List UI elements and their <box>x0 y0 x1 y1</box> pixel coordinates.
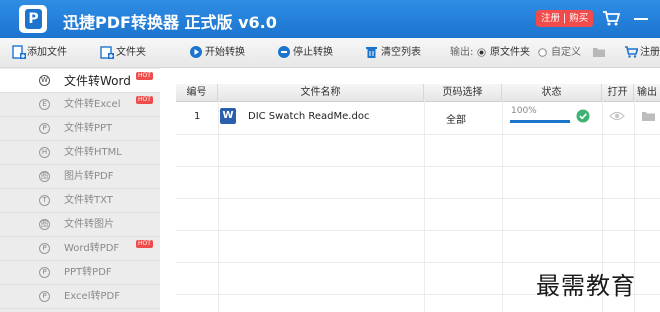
column-divider <box>502 101 503 312</box>
sidebar-item[interactable]: E 文件转Excel HOT <box>0 93 160 117</box>
sidebar-item[interactable]: P 文件转PPT <box>0 117 160 141</box>
col-open-header: 打开 <box>602 84 634 101</box>
toolbar: 添加文件 文件夹 开始转换 停止转换 清空列表 输出: 原文件夹 自定义 注册 <box>0 38 660 68</box>
sidebar-item[interactable]: P Excel转PDF <box>0 285 160 309</box>
toolbar-register-button[interactable]: 注册 <box>624 38 660 67</box>
row-number: 1 <box>194 111 201 122</box>
output-folder-icon[interactable] <box>641 110 656 122</box>
table-header: 编号 文件名称 页码选择 状态 打开 输出 <box>176 84 660 102</box>
toolbar-cart-icon <box>625 46 638 58</box>
sidebar-item[interactable]: P Word转PDF HOT <box>0 237 160 261</box>
add-folder-button[interactable]: 文件夹 <box>100 38 150 67</box>
format-icon: 图 <box>39 219 50 230</box>
register-buy-button[interactable]: 注册 | 购买 <box>536 10 594 27</box>
add-folder-label: 文件夹 <box>116 47 146 58</box>
format-icon: P <box>39 267 50 278</box>
logo-letter: P <box>25 9 42 29</box>
hot-badge: HOT <box>136 96 153 104</box>
title-bar: P 迅捷PDF转换器 正式版 v6.0 注册 | 购买 <box>0 0 660 38</box>
progress-text: 100% <box>511 106 537 116</box>
word-file-icon: W <box>220 108 236 124</box>
stop-icon <box>278 46 290 58</box>
sidebar-item-label: 文件转Excel <box>64 99 121 110</box>
sidebar-item[interactable]: T 文件转TXT <box>0 189 160 213</box>
col-pages-header: 页码选择 <box>424 84 502 101</box>
col-number-header: 编号 <box>176 84 218 101</box>
progress-bar <box>510 120 570 123</box>
format-icon: P <box>39 291 50 302</box>
sidebar-item[interactable]: H 文件转HTML <box>0 141 160 165</box>
sidebar-item-label: 文件转图片 <box>64 219 114 230</box>
add-folder-icon <box>100 46 114 59</box>
sidebar-item-label: 图片转PDF <box>64 171 114 182</box>
format-icon: P <box>39 123 50 134</box>
row-divider <box>176 198 660 199</box>
add-file-label: 添加文件 <box>27 47 67 58</box>
radio-custom[interactable] <box>538 48 547 57</box>
minimize-button[interactable] <box>634 18 648 20</box>
format-icon: T <box>39 195 50 206</box>
radio-original-folder[interactable] <box>477 48 486 57</box>
custom-label: 自定义 <box>551 47 581 58</box>
stop-convert-button[interactable]: 停止转换 <box>277 38 337 67</box>
row-divider <box>176 166 660 167</box>
page-selection[interactable]: 全部 <box>446 111 466 126</box>
format-icon: 图 <box>39 171 50 182</box>
sidebar-item-label: Excel转PDF <box>64 291 120 302</box>
sidebar-item[interactable]: W 文件转Word HOT <box>0 69 160 93</box>
trash-icon <box>366 47 377 58</box>
sidebar-item[interactable]: 图 文件转图片 <box>0 213 160 237</box>
check-circle-icon <box>576 109 590 123</box>
row-divider <box>176 134 660 135</box>
play-icon <box>190 46 202 58</box>
col-status-header: 状态 <box>502 84 602 101</box>
col-output-header: 输出 <box>637 87 657 98</box>
sidebar-item[interactable]: 图 图片转PDF <box>0 165 160 189</box>
hot-badge: HOT <box>136 72 153 80</box>
output-label: 输出: <box>450 47 474 58</box>
format-icon: W <box>39 75 50 86</box>
eye-icon[interactable] <box>609 111 625 121</box>
start-convert-label: 开始转换 <box>205 47 245 58</box>
add-file-icon <box>12 45 26 59</box>
stop-convert-label: 停止转换 <box>293 47 333 58</box>
sidebar: W 文件转Word HOT E 文件转Excel HOT P 文件转PPT H 文件转HTML 图图… <box>0 68 160 312</box>
toolbar-register-label: 注册 <box>640 47 660 58</box>
sidebar-item-label: PPT转PDF <box>64 267 112 278</box>
clear-list-label: 清空列表 <box>381 47 421 58</box>
format-icon: E <box>39 99 50 110</box>
sidebar-item-label: 文件转PPT <box>64 123 113 134</box>
cart-icon[interactable] <box>602 9 620 27</box>
original-folder-label: 原文件夹 <box>490 47 530 58</box>
app-title: 迅捷PDF转换器 正式版 v6.0 <box>63 13 277 32</box>
col-filename-header: 文件名称 <box>218 84 424 101</box>
hot-badge: HOT <box>136 240 153 248</box>
start-convert-button[interactable]: 开始转换 <box>189 38 249 67</box>
column-divider <box>218 101 219 312</box>
sidebar-item[interactable]: P PPT转PDF <box>0 261 160 285</box>
row-divider <box>176 262 660 263</box>
progress-fill <box>510 120 570 123</box>
format-icon: H <box>39 147 50 158</box>
browse-folder-icon[interactable] <box>592 46 606 58</box>
sidebar-item-label: Word转PDF <box>64 243 120 254</box>
format-icon: P <box>39 243 50 254</box>
file-table: 编号 文件名称 页码选择 状态 打开 输出 1 W DIC Swatch Rea… <box>160 68 660 312</box>
sidebar-item-label: 文件转TXT <box>64 195 113 206</box>
add-file-button[interactable]: 添加文件 <box>12 38 74 67</box>
app-logo: P <box>19 5 47 33</box>
sidebar-item-label: 文件转HTML <box>64 147 122 158</box>
clear-list-button[interactable]: 清空列表 <box>365 38 425 67</box>
column-divider <box>424 101 425 312</box>
watermark-text: 最需教育 <box>536 272 636 300</box>
row-divider <box>176 230 660 231</box>
file-name: DIC Swatch ReadMe.doc <box>248 111 370 122</box>
sidebar-item-label: 文件转Word <box>64 74 131 88</box>
